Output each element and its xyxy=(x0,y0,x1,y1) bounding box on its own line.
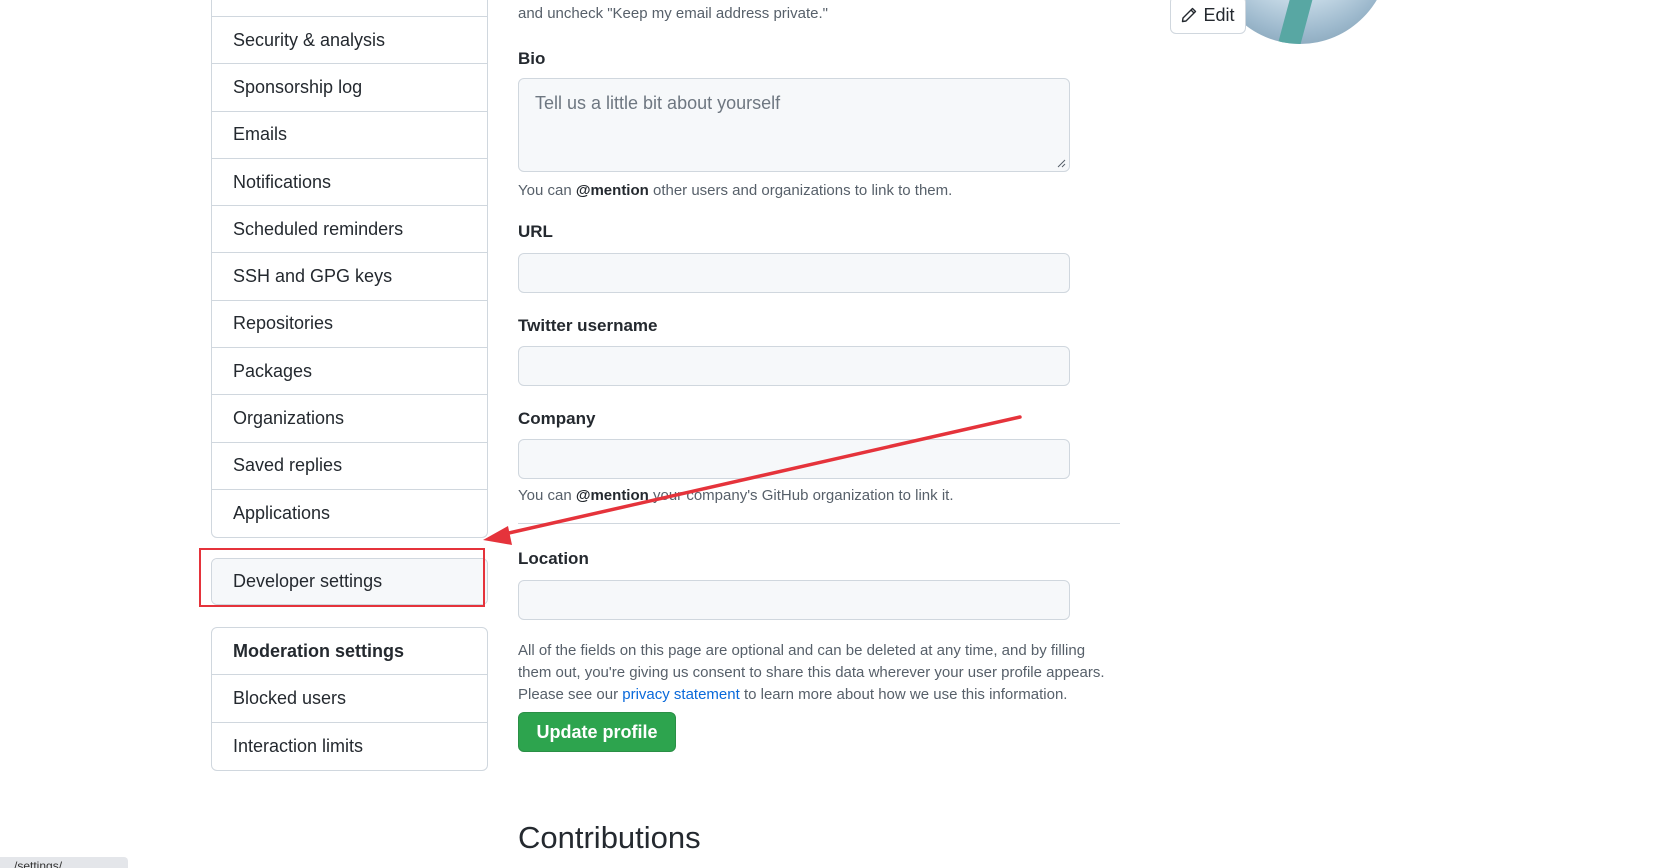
consent-line-3-prefix: Please see our xyxy=(518,686,623,703)
bio-label: Bio xyxy=(518,49,546,68)
consent-line-3-suffix: to learn more about how we use this info… xyxy=(739,686,1068,703)
consent-text: All of the fields on this page are optio… xyxy=(518,640,1105,706)
sidebar-item-emails[interactable]: Emails xyxy=(212,112,487,159)
consent-line-1: All of the fields on this page are optio… xyxy=(518,642,1086,659)
location-input[interactable] xyxy=(518,580,1070,620)
url-label: URL xyxy=(518,222,553,241)
sidebar-item-notifications[interactable]: Notifications xyxy=(212,159,487,207)
bio-help-text: You can @mention other users and organiz… xyxy=(518,182,952,199)
consent-line-2: them out, you're giving us consent to sh… xyxy=(518,664,1105,681)
company-help-mention: @mention xyxy=(575,487,649,504)
company-help-suffix: your company's GitHub organization to li… xyxy=(648,487,954,504)
sidebar-item-repositories[interactable]: Repositories xyxy=(212,301,487,349)
avatar-edit-label: Edit xyxy=(1203,4,1235,25)
privacy-statement-link[interactable]: privacy statement xyxy=(622,686,740,703)
sidebar-item-security-analysis[interactable]: Security & analysis xyxy=(212,17,487,65)
twitter-label: Twitter username xyxy=(518,316,658,335)
bio-help-prefix: You can xyxy=(518,182,576,199)
avatar-detail xyxy=(1274,0,1328,44)
form-divider xyxy=(518,523,1120,524)
company-help-text: You can @mention your company's GitHub o… xyxy=(518,487,954,504)
company-help-prefix: You can xyxy=(518,487,576,504)
location-label: Location xyxy=(518,549,589,568)
update-profile-button[interactable]: Update profile xyxy=(518,712,676,752)
sidebar-item-blocked-users[interactable]: Blocked users xyxy=(212,675,487,723)
annotation-highlight-box xyxy=(199,548,485,607)
url-input[interactable] xyxy=(518,253,1070,293)
pencil-icon xyxy=(1182,7,1197,23)
settings-sidebar-menu: Security & analysis Sponsorship log Emai… xyxy=(211,0,488,538)
email-privacy-note: and uncheck "Keep my email address priva… xyxy=(518,5,828,22)
bio-placeholder: Tell us a little bit about yourself xyxy=(535,93,781,113)
sidebar-item-saved-replies[interactable]: Saved replies xyxy=(212,443,487,490)
resize-grip-icon[interactable] xyxy=(1056,158,1066,168)
twitter-input[interactable] xyxy=(518,346,1070,386)
sidebar-item-packages[interactable]: Packages xyxy=(212,348,487,396)
bio-help-suffix: other users and organizations to link to… xyxy=(648,182,953,199)
company-label: Company xyxy=(518,409,596,428)
moderation-settings-menu: Moderation settings Blocked users Intera… xyxy=(211,627,488,771)
sidebar-item-accessibility[interactable] xyxy=(212,0,487,17)
bio-textarea[interactable]: Tell us a little bit about yourself xyxy=(518,78,1070,172)
avatar-edit-button[interactable]: Edit xyxy=(1170,0,1246,34)
sidebar-item-scheduled-reminders[interactable]: Scheduled reminders xyxy=(212,206,487,254)
company-input[interactable] xyxy=(518,439,1070,479)
sidebar-item-organizations[interactable]: Organizations xyxy=(212,395,487,443)
sidebar-item-applications[interactable]: Applications xyxy=(212,490,487,537)
status-bar-url: /settings/... xyxy=(0,857,128,868)
moderation-settings-header: Moderation settings xyxy=(212,628,487,676)
sidebar-item-sponsorship-log[interactable]: Sponsorship log xyxy=(212,64,487,112)
sidebar-item-interaction-limits[interactable]: Interaction limits xyxy=(212,723,487,770)
contributions-heading: Contributions xyxy=(518,820,701,855)
bio-help-mention: @mention xyxy=(575,182,649,199)
sidebar-item-ssh-gpg-keys[interactable]: SSH and GPG keys xyxy=(212,253,487,301)
consent-line-3: Please see our privacy statement to lear… xyxy=(518,684,1105,706)
